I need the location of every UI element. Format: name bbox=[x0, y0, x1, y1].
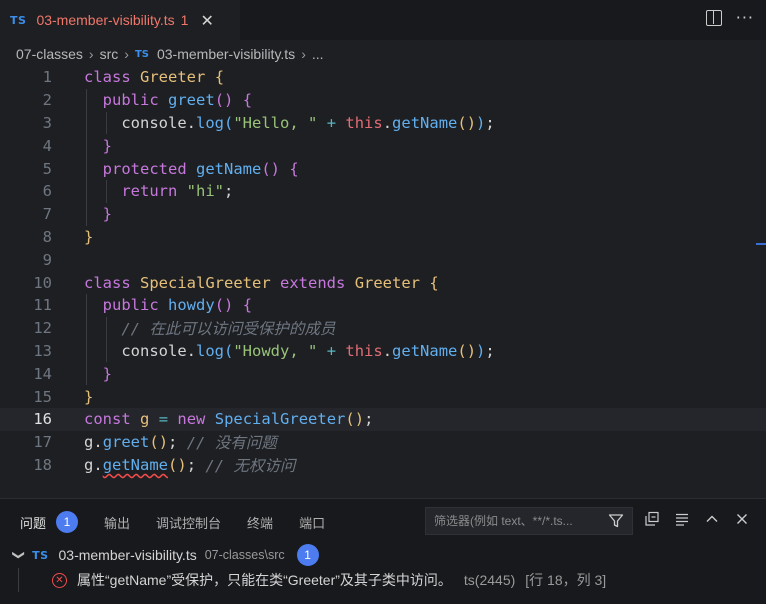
line-number: 12 bbox=[33, 319, 52, 338]
problems-filter bbox=[425, 507, 633, 535]
problem-file-row[interactable]: ❯ TS 03-member-visibility.ts 07-classes\… bbox=[12, 544, 319, 566]
problem-location: [行 18，列 3] bbox=[525, 572, 607, 588]
filter-icon[interactable] bbox=[608, 513, 624, 529]
tab-actions: ··· bbox=[705, 10, 754, 26]
split-editor-icon[interactable] bbox=[705, 10, 722, 26]
problems-count-badge: 1 bbox=[56, 511, 79, 533]
code-line[interactable]: 6 return "hi"; bbox=[0, 180, 766, 203]
view-as-list-icon[interactable] bbox=[674, 511, 690, 527]
line-number: 18 bbox=[33, 455, 52, 474]
typescript-file-icon: TS bbox=[32, 548, 49, 562]
code-line[interactable]: 1 class Greeter { bbox=[0, 66, 766, 89]
line-number: 16 bbox=[33, 410, 52, 429]
code-line-current[interactable]: 16 const g = new SpecialGreeter(); bbox=[0, 408, 766, 431]
code-line[interactable]: 9 bbox=[0, 248, 766, 271]
tab-terminal[interactable]: 终端 bbox=[247, 513, 273, 532]
problem-file-name: 03-member-visibility.ts bbox=[58, 547, 197, 563]
typescript-file-icon: TS bbox=[10, 13, 27, 27]
panel-tabs: 问题 1 输出 调试控制台 终端 端口 bbox=[20, 511, 351, 533]
line-number: 5 bbox=[42, 159, 52, 178]
chevron-right-icon: › bbox=[124, 46, 129, 62]
breadcrumb-src[interactable]: src bbox=[100, 46, 119, 62]
tab-output[interactable]: 输出 bbox=[104, 513, 130, 532]
code-line[interactable]: 14 } bbox=[0, 362, 766, 386]
tab-ports[interactable]: 端口 bbox=[299, 513, 325, 532]
line-number: 11 bbox=[33, 296, 52, 315]
close-icon[interactable]: ✕ bbox=[200, 11, 213, 30]
problem-file-count-badge: 1 bbox=[296, 544, 319, 566]
problem-message: 属性“getName”受保护，只能在类“Greeter”及其子类中访问。 bbox=[77, 572, 452, 588]
breadcrumb: 07-classes › src › TS 03-member-visibili… bbox=[0, 40, 766, 68]
problem-file-path: 07-classes\src bbox=[204, 548, 285, 562]
breadcrumb-folder[interactable]: 07-classes bbox=[16, 46, 83, 62]
error-squiggle[interactable]: getName bbox=[103, 456, 168, 474]
tab-debug-console[interactable]: 调试控制台 bbox=[156, 513, 221, 532]
code-line[interactable]: 7 } bbox=[0, 202, 766, 226]
more-actions-icon[interactable]: ··· bbox=[736, 10, 754, 26]
chevron-right-icon: › bbox=[301, 46, 306, 62]
line-number: 4 bbox=[42, 136, 52, 155]
tab-problems[interactable]: 问题 1 bbox=[20, 511, 79, 533]
code-line[interactable]: 4 } bbox=[0, 134, 766, 158]
line-number: 7 bbox=[42, 205, 52, 224]
code-line[interactable]: 8 } bbox=[0, 226, 766, 249]
editor-tab[interactable]: TS 03-member-visibility.ts 1 ✕ bbox=[0, 0, 240, 40]
line-number: 9 bbox=[42, 250, 52, 269]
tab-title: 03-member-visibility.ts bbox=[36, 12, 175, 28]
problem-code: ts(2445) bbox=[463, 572, 516, 588]
maximize-panel-icon[interactable] bbox=[704, 511, 720, 527]
line-number: 13 bbox=[33, 341, 52, 360]
line-number: 14 bbox=[33, 364, 52, 383]
code-line[interactable]: 11 public howdy() { bbox=[0, 294, 766, 317]
code-line[interactable]: 10 class SpecialGreeter extends Greeter … bbox=[0, 271, 766, 294]
code-editor[interactable]: 1 class Greeter { 2 public greet() { 3 c… bbox=[0, 66, 766, 498]
line-number: 1 bbox=[42, 68, 52, 87]
code-line[interactable]: 5 protected getName() { bbox=[0, 157, 766, 180]
code-line[interactable]: 13 console. log("Howdy, " + this. getName(… bbox=[0, 339, 766, 363]
problem-item[interactable]: ✕ 属性“getName”受保护，只能在类“Greeter”及其子类中访问。 t… bbox=[0, 568, 766, 592]
filter-input[interactable] bbox=[434, 514, 604, 528]
code-line[interactable]: 3 console. log("Hello, " + this. getName()… bbox=[0, 111, 766, 135]
breadcrumb-file[interactable]: 03-member-visibility.ts bbox=[157, 46, 295, 62]
tab-bar: TS 03-member-visibility.ts 1 ✕ ··· bbox=[0, 0, 766, 40]
chevron-right-icon: › bbox=[88, 46, 94, 62]
typescript-file-icon: TS bbox=[134, 48, 149, 60]
code-line[interactable]: 2 public greet() { bbox=[0, 88, 766, 112]
chevron-down-icon[interactable]: ❯ bbox=[12, 550, 26, 560]
line-number: 8 bbox=[42, 227, 52, 246]
code-line[interactable]: 17 g. greet(); // 没有问题 bbox=[0, 431, 766, 454]
code-line[interactable]: 15 } bbox=[0, 385, 766, 408]
line-number: 3 bbox=[42, 113, 52, 132]
close-panel-icon[interactable] bbox=[734, 511, 750, 527]
code-line[interactable]: 12 // 在此可以访问受保护的成员 bbox=[0, 316, 766, 340]
line-number: 17 bbox=[33, 433, 52, 452]
tab-problem-count: 1 bbox=[180, 12, 189, 28]
breadcrumb-symbols[interactable]: ... bbox=[312, 46, 324, 62]
line-number: 6 bbox=[42, 182, 52, 201]
line-number: 2 bbox=[42, 91, 52, 110]
line-number: 10 bbox=[33, 273, 52, 292]
line-number: 15 bbox=[33, 387, 52, 406]
code-line[interactable]: 18 g. getName(); // 无权访问 bbox=[0, 454, 766, 477]
error-icon: ✕ bbox=[52, 572, 67, 588]
bottom-panel: 问题 1 输出 调试控制台 终端 端口 ❯ TS 03-member-visib… bbox=[0, 498, 766, 604]
panel-actions bbox=[644, 511, 750, 527]
collapse-all-icon[interactable] bbox=[644, 511, 660, 527]
